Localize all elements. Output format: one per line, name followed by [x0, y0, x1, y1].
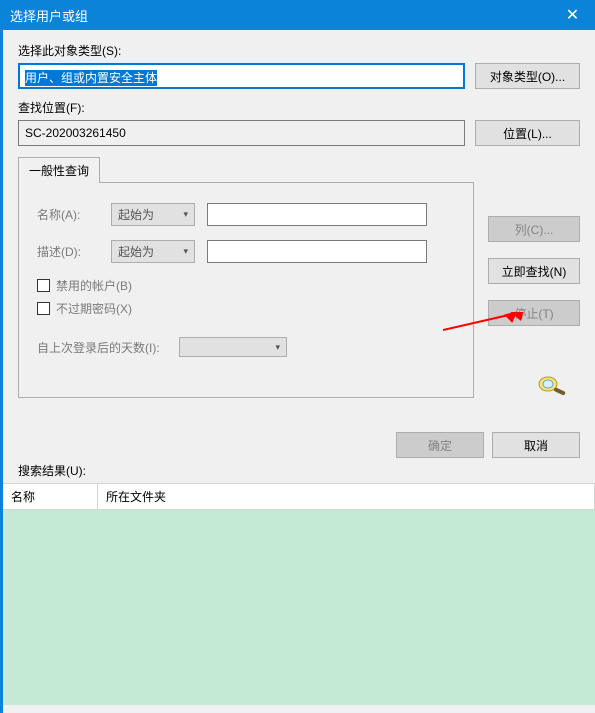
window-title: 选择用户或组 — [10, 6, 550, 25]
cancel-button[interactable]: 取消 — [492, 432, 580, 458]
object-type-label: 选择此对象类型(S): — [18, 42, 580, 59]
tab-panel: 名称(A): 起始为 ▾ 描述(D): 起始为 ▾ 禁用的帐户(B) — [18, 182, 474, 398]
desc-label: 描述(D): — [37, 243, 99, 260]
object-type-field[interactable]: 用户、组或内置安全主体 — [18, 63, 465, 89]
dialog-content: 选择此对象类型(S): 用户、组或内置安全主体 对象类型(O)... 查找位置(… — [0, 30, 595, 713]
chevron-down-icon: ▾ — [183, 246, 188, 257]
find-icon — [537, 374, 569, 396]
desc-input[interactable] — [207, 240, 427, 263]
name-label: 名称(A): — [37, 206, 99, 223]
object-types-button[interactable]: 对象类型(O)... — [475, 63, 580, 89]
days-since-login-label: 自上次登录后的天数(I): — [37, 339, 167, 356]
close-button[interactable]: ✕ — [550, 0, 595, 30]
table-header: 名称 所在文件夹 — [3, 483, 595, 510]
search-results-label: 搜索结果(U): — [18, 462, 580, 479]
no-expire-password-label: 不过期密码(X) — [56, 300, 132, 317]
tab-general-query[interactable]: 一般性查询 — [18, 157, 100, 183]
location-field[interactable]: SC-202003261450 — [18, 120, 465, 146]
no-expire-password-checkbox[interactable] — [37, 302, 50, 315]
name-input[interactable] — [207, 203, 427, 226]
tabbar: 一般性查询 — [18, 156, 580, 182]
disabled-accounts-label: 禁用的帐户(B) — [56, 277, 132, 294]
locations-button[interactable]: 位置(L)... — [475, 120, 580, 146]
disabled-accounts-checkbox[interactable] — [37, 279, 50, 292]
columns-button[interactable]: 列(C)... — [488, 216, 580, 242]
chevron-down-icon: ▾ — [183, 209, 188, 220]
stop-button[interactable]: 停止(T) — [488, 300, 580, 326]
desc-match-select[interactable]: 起始为 ▾ — [111, 240, 195, 263]
search-now-button[interactable]: 立即查找(N) — [488, 258, 580, 284]
close-icon: ✕ — [566, 5, 579, 25]
results-table: 名称 所在文件夹 — [3, 483, 595, 705]
titlebar: 选择用户或组 ✕ — [0, 0, 595, 30]
location-label: 查找位置(F): — [18, 99, 580, 116]
column-name[interactable]: 名称 — [3, 484, 98, 509]
name-match-select[interactable]: 起始为 ▾ — [111, 203, 195, 226]
days-since-login-select[interactable]: ▾ — [179, 337, 287, 357]
results-body[interactable] — [3, 510, 595, 705]
ok-button[interactable]: 确定 — [396, 432, 484, 458]
column-folder[interactable]: 所在文件夹 — [98, 484, 595, 509]
chevron-down-icon: ▾ — [275, 342, 280, 353]
